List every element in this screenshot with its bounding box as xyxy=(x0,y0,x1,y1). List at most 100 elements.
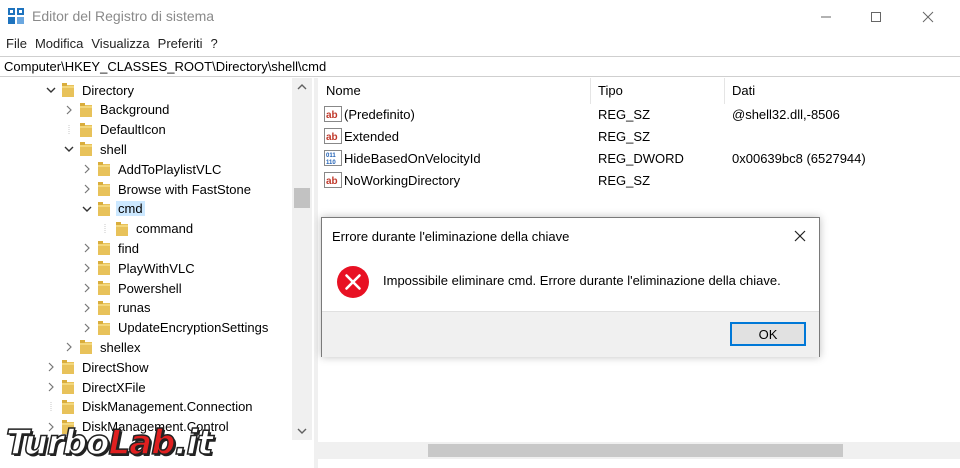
chevron-right-icon[interactable] xyxy=(80,184,94,194)
scroll-up-icon[interactable] xyxy=(292,80,312,96)
tree-item-label: DirectXFile xyxy=(82,379,146,395)
value-row[interactable]: ab NoWorkingDirectory REG_SZ xyxy=(318,169,960,191)
menu-modifica[interactable]: Modifica xyxy=(29,34,83,54)
chevron-right-icon[interactable] xyxy=(80,164,94,174)
tree-item[interactable]: Background xyxy=(62,100,171,120)
chevron-right-icon[interactable] xyxy=(80,243,94,253)
value-name-cell: ab NoWorkingDirectory xyxy=(324,172,460,188)
tree-connector xyxy=(44,401,58,412)
tree-item[interactable]: Browse with FastStone xyxy=(80,179,253,199)
string-value-icon: ab xyxy=(324,128,342,144)
folder-icon xyxy=(80,142,92,157)
tree-item-label: command xyxy=(136,221,194,237)
chevron-right-icon[interactable] xyxy=(44,382,58,392)
error-icon xyxy=(336,265,370,299)
error-dialog: Errore durante l'eliminazione della chia… xyxy=(321,217,820,357)
menu-visualizza[interactable]: Visualizza xyxy=(85,34,149,54)
menu-file[interactable]: File xyxy=(0,34,27,54)
tree-item-label: shell xyxy=(100,141,127,157)
value-name: NoWorkingDirectory xyxy=(344,172,461,188)
close-window-button[interactable] xyxy=(905,0,951,33)
value-name: Extended xyxy=(344,128,399,144)
tree-item-label: Browse with FastStone xyxy=(118,181,251,197)
ok-button[interactable]: OK xyxy=(730,322,806,346)
maximize-button[interactable] xyxy=(853,0,899,33)
value-name-cell: ab (Predefinito) xyxy=(324,106,415,122)
chevron-right-icon[interactable] xyxy=(62,105,76,115)
list-scroll-thumb[interactable] xyxy=(428,444,843,457)
tree-item[interactable]: PlayWithVLC xyxy=(80,258,197,278)
chevron-right-icon[interactable] xyxy=(80,283,94,293)
chevron-right-icon[interactable] xyxy=(62,342,76,352)
watermark-text-accent: Lab xyxy=(108,422,176,464)
tree-item-label: Powershell xyxy=(118,280,182,296)
dialog-message: Impossibile eliminare cmd. Errore durant… xyxy=(383,273,781,288)
tree-item[interactable]: DirectXFile xyxy=(44,377,148,397)
svg-text:110: 110 xyxy=(326,160,336,166)
tree-item[interactable]: DirectShow xyxy=(44,357,150,377)
folder-icon xyxy=(80,102,92,117)
tree-item[interactable]: shell xyxy=(62,139,129,159)
menu-bar: File Modifica Visualizza Preferiti ? xyxy=(0,34,960,54)
minimize-button[interactable] xyxy=(803,0,849,33)
dialog-footer: OK xyxy=(322,311,819,357)
tree-item[interactable]: DiskManagement.Connection xyxy=(44,397,255,417)
value-data: 0x00639bc8 (6527944) xyxy=(732,151,866,166)
svg-text:011: 011 xyxy=(326,153,336,159)
tree-item-label: DefaultIcon xyxy=(100,122,166,138)
list-header: Nome Tipo Dati xyxy=(318,78,960,104)
column-header-type[interactable]: Tipo xyxy=(598,83,623,98)
tree-item-label: cmd xyxy=(116,201,145,217)
chevron-right-icon[interactable] xyxy=(80,263,94,273)
column-separator[interactable] xyxy=(590,78,591,104)
tree-vertical-scrollbar[interactable] xyxy=(292,78,312,440)
tree-item[interactable]: DefaultIcon xyxy=(62,120,168,140)
chevron-right-icon[interactable] xyxy=(44,362,58,372)
folder-icon xyxy=(62,399,74,414)
tree-scroll-thumb[interactable] xyxy=(294,188,310,208)
watermark-text-suffix: .it xyxy=(174,422,214,464)
folder-icon xyxy=(98,281,110,295)
tree-item[interactable]: shellex xyxy=(62,337,142,357)
tree-item[interactable]: UpdateEncryptionSettings xyxy=(80,318,270,338)
column-header-data[interactable]: Dati xyxy=(732,83,755,98)
chevron-down-icon[interactable] xyxy=(44,85,58,95)
tree-item[interactable]: AddToPlaylistVLC xyxy=(80,159,223,179)
chevron-down-icon[interactable] xyxy=(62,144,76,154)
chevron-right-icon[interactable] xyxy=(80,303,94,313)
dialog-title: Errore durante l'eliminazione della chia… xyxy=(332,229,570,244)
value-name: HideBasedOnVelocityId xyxy=(344,150,481,166)
folder-icon xyxy=(80,340,92,355)
minimize-icon xyxy=(821,16,831,17)
tree-item-label: Background xyxy=(100,102,170,118)
tree-item[interactable]: command xyxy=(98,219,195,239)
chevron-right-icon[interactable] xyxy=(80,323,94,333)
chevron-down-icon[interactable] xyxy=(80,204,94,214)
value-row[interactable]: 011 110 HideBasedOnVelocityId REG_DWORD 0x00… xyxy=(318,147,960,169)
value-type: REG_SZ xyxy=(598,107,651,122)
folder-icon xyxy=(116,221,128,236)
tree-item[interactable]: find xyxy=(80,238,141,258)
key-tree: Directory Background DefaultIcon shell AddTo… xyxy=(0,78,313,440)
svg-text:ab: ab xyxy=(326,110,338,121)
tree-item-label: PlayWithVLC xyxy=(118,260,195,276)
turbolab-watermark: TurboLab.it xyxy=(5,422,214,464)
column-separator[interactable] xyxy=(724,78,725,104)
menu-preferiti[interactable]: Preferiti xyxy=(152,34,203,54)
menu-help[interactable]: ? xyxy=(204,34,217,54)
value-row[interactable]: ab Extended REG_SZ xyxy=(318,125,960,147)
value-row[interactable]: ab (Predefinito) REG_SZ @shell32.dll,-8506 xyxy=(318,103,960,125)
folder-icon xyxy=(62,83,74,97)
scroll-down-icon[interactable] xyxy=(292,424,312,440)
tree-item-label: AddToPlaylistVLC xyxy=(118,161,222,177)
dialog-close-button[interactable] xyxy=(788,224,812,248)
address-bar[interactable]: Computer\HKEY_CLASSES_ROOT\Directory\she… xyxy=(0,56,960,77)
tree-item[interactable]: cmd xyxy=(80,199,145,219)
list-horizontal-scrollbar[interactable] xyxy=(318,442,960,459)
column-header-name[interactable]: Nome xyxy=(326,83,361,98)
tree-item[interactable]: runas xyxy=(80,298,153,318)
tree-connector xyxy=(98,223,112,234)
string-value-icon: ab xyxy=(324,172,342,188)
tree-item[interactable]: Directory xyxy=(44,80,136,100)
tree-item[interactable]: Powershell xyxy=(80,278,184,298)
